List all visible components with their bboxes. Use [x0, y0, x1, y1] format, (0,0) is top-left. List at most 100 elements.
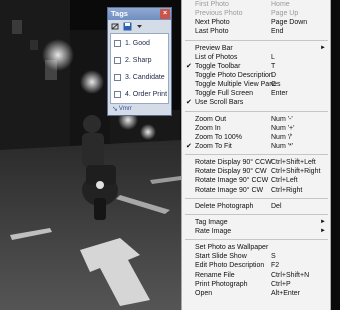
menu-item[interactable]: List of Photos L [182, 53, 330, 62]
expand-arrow-icon[interactable]: ➘ [112, 105, 118, 113]
menu-item[interactable]: Set Photo as Wallpaper [182, 243, 330, 252]
menu-item-shortcut: Num '-' [271, 115, 293, 123]
menu-item-label: Tag Image [195, 218, 228, 226]
tag-label: 2. Sharp [125, 57, 152, 64]
chevron-down-icon[interactable] [135, 22, 144, 31]
menu-item[interactable]: Tag Image ► [182, 218, 330, 227]
menu-item-shortcut: Enter [271, 90, 288, 98]
menu-item-label: Toggle Toolbar [195, 62, 241, 70]
menu-item-label: Zoom To Fit [195, 142, 232, 150]
menu-separator [185, 110, 328, 112]
tags-toolbar [108, 20, 171, 33]
menu-item[interactable]: Rotate Display 90° CCW Ctrl+Shift+Left [182, 158, 330, 167]
menu-item-shortcut: C [271, 81, 277, 89]
checkmark-icon: ✔ [186, 142, 192, 150]
menu-item[interactable]: Preview Bar ► [182, 44, 330, 53]
menu-item-label: Print Photograph [195, 280, 248, 288]
tags-window: Tags × 1. Good 2. Sharp 3. Candidate 4. … [107, 7, 172, 116]
menu-item-label: Toggle Photo Description [195, 71, 273, 79]
menu-item-label: Rate Image [195, 227, 232, 235]
menu-item-shortcut: F2 [271, 262, 280, 270]
menu-item-label: Rotate Display 90° CCW [195, 159, 272, 167]
menu-item-label: Zoom To 100% [195, 133, 242, 141]
close-icon[interactable]: × [160, 9, 170, 19]
tag-item[interactable]: 1. Good [111, 37, 168, 50]
menu-item-label: Zoom In [195, 124, 221, 132]
menu-item-label: Open [195, 289, 213, 297]
menu-item[interactable]: Delete Photograph Del [182, 202, 330, 211]
menu-item-label: First Photo [195, 1, 229, 8]
menu-item-shortcut: End [271, 28, 284, 36]
menu-item-label: Last Photo [195, 28, 229, 36]
menu-item-label: List of Photos [195, 53, 238, 61]
context-menu: First Photo Home Previous Photo Page Up Next… [181, 0, 331, 310]
menu-item-label: Edit Photo Description [195, 262, 265, 270]
menu-item-label: Next Photo [195, 19, 230, 27]
menu-item[interactable]: Toggle Full Screen Enter [182, 89, 330, 98]
tag-checkbox[interactable] [114, 91, 121, 98]
tag-label: 3. Candidate [125, 74, 165, 81]
menu-item[interactable]: ✔ Toggle Toolbar T [182, 62, 330, 71]
tag-item[interactable]: 4. Order Print [111, 88, 168, 101]
tag-label: 1. Good [125, 40, 150, 47]
menu-item[interactable]: Open Alt+Enter [182, 289, 330, 298]
menu-item-shortcut: L [271, 53, 275, 61]
menu-item[interactable]: Rename File Ctrl+Shift+N [182, 271, 330, 280]
menu-item[interactable]: Start Slide Show S [182, 252, 330, 261]
tag-checkbox[interactable] [114, 74, 121, 81]
menu-item-label: Toggle Full Screen [195, 90, 253, 98]
save-icon[interactable] [123, 22, 132, 31]
menu-separator [185, 239, 328, 241]
menu-item[interactable]: Rotate Image 90° CCW Ctrl+Left [182, 176, 330, 185]
menu-item-label: Toggle Multiple View Panes [195, 81, 281, 89]
menu-item[interactable]: Next Photo Page Down [182, 18, 330, 27]
menu-item[interactable]: Edit Photo Description F2 [182, 261, 330, 270]
menu-item[interactable]: Last Photo End [182, 27, 330, 36]
tags-footer[interactable]: ➘ Vmrr [108, 104, 171, 114]
tags-footer-label: Vmrr [118, 106, 132, 112]
menu-item-shortcut: T [271, 62, 276, 70]
menu-item-shortcut: Ctrl+Shift+Right [271, 168, 321, 176]
menu-item-label: Rotate Image 90° CW [195, 186, 264, 194]
menu-item-shortcut: D [271, 71, 277, 79]
menu-item-shortcut: Page Down [271, 19, 308, 27]
menu-item-label: Zoom Out [195, 115, 227, 123]
menu-item[interactable]: Toggle Multiple View Panes C [182, 80, 330, 89]
menu-item-label: Set Photo as Wallpaper [195, 244, 269, 252]
menu-item-shortcut: Ctrl+Shift+Left [271, 159, 316, 167]
menu-item-shortcut: Ctrl+Left [271, 177, 298, 185]
menu-item[interactable]: Rotate Image 90° CW Ctrl+Right [182, 186, 330, 195]
menu-item-shortcut: Ctrl+Shift+N [271, 271, 310, 279]
tag-item[interactable]: 2. Sharp [111, 54, 168, 67]
menu-item[interactable]: Rotate Display 90° CW Ctrl+Shift+Right [182, 167, 330, 176]
menu-item-label: Use Scroll Bars [195, 99, 244, 107]
menu-item[interactable]: Print Photograph Ctrl+P [182, 280, 330, 289]
menu-item[interactable]: Zoom To 100% Num '/' [182, 133, 330, 142]
menu-item[interactable]: Toggle Photo Description D [182, 71, 330, 80]
menu-item[interactable]: ✔ Use Scroll Bars [182, 98, 330, 107]
menu-separator [185, 213, 328, 215]
menu-item-shortcut: Home [271, 1, 290, 8]
tag-label: 4. Order Print [125, 91, 168, 98]
menu-item-shortcut: Num '/' [271, 133, 293, 141]
menu-item-label: Preview Bar [195, 44, 233, 52]
menu-item: First Photo Home [182, 0, 330, 9]
menu-item[interactable]: Rate Image ► [182, 227, 330, 236]
tag-checkbox[interactable] [114, 40, 121, 47]
checkmark-icon: ✔ [186, 62, 192, 70]
menu-separator [185, 154, 328, 156]
menu-item-label: Rotate Image 90° CCW [195, 177, 269, 185]
menu-item[interactable]: Zoom Out Num '-' [182, 115, 330, 124]
tag-item[interactable]: 3. Candidate [111, 71, 168, 84]
menu-item-shortcut: Num '*' [271, 142, 294, 150]
menu-item[interactable]: Zoom In Num '+' [182, 124, 330, 133]
menu-separator [185, 39, 328, 41]
tag-edit-icon[interactable] [111, 22, 120, 31]
menu-item-label: Start Slide Show [195, 253, 247, 261]
menu-item[interactable]: ✔ Zoom To Fit Num '*' [182, 142, 330, 151]
tags-window-titlebar[interactable]: Tags × [108, 8, 171, 20]
menu-item-shortcut: Ctrl+P [271, 280, 291, 288]
submenu-arrow-icon: ► [320, 218, 326, 225]
tag-checkbox[interactable] [114, 57, 121, 64]
menu-item-shortcut: Ctrl+Right [271, 186, 303, 194]
